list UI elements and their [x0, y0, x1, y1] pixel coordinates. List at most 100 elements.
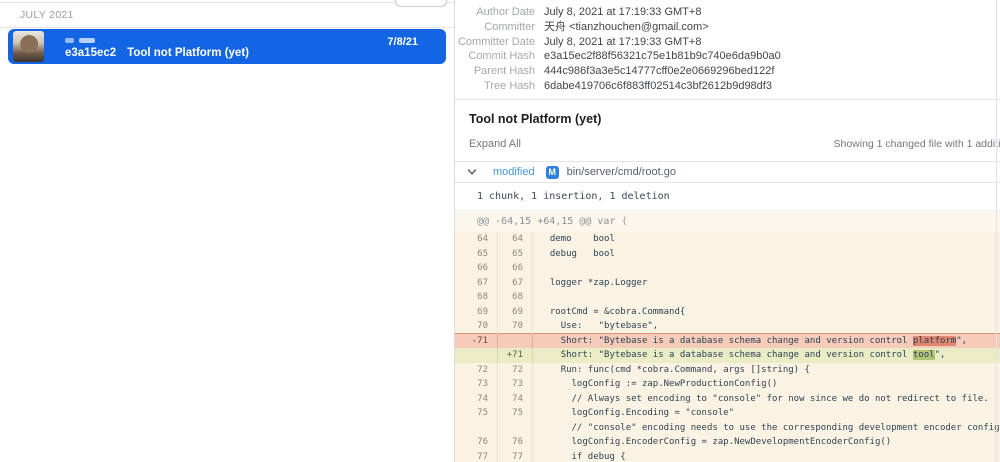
old-line-number: 77 [455, 450, 498, 462]
diff-line: 7474 // Always set encoding to "console"… [455, 392, 1000, 407]
metadata-label: Commit Hash [455, 49, 535, 64]
hunk-header: @@ -64,15 +64,15 @@ var ( [455, 211, 1000, 232]
metadata-label: Committer [455, 20, 535, 35]
metadata-row: Author Date July 8, 2021 at 17:19:33 GMT+… [455, 5, 1000, 20]
old-line-number: 73 [455, 377, 498, 392]
commit-metadata: Author Date July 8, 2021 at 17:19:33 GMT+… [455, 0, 1000, 100]
metadata-label: Author Date [455, 5, 535, 20]
commit-group-header: JULY 2021 [0, 2, 454, 28]
diff-line: 6464 demo bool [455, 232, 1000, 247]
diff-code-text: // Always set encoding to "console" for … [533, 392, 989, 407]
new-line-number: 64 [498, 232, 533, 247]
metadata-row: Tree Hash6dabe419706c6f883ff02514c3bf261… [455, 79, 1000, 94]
commit-group-label: JULY 2021 [20, 9, 74, 21]
new-line-number [498, 334, 533, 349]
chevron-down-icon[interactable] [467, 167, 477, 177]
commit-title-block: Tool not Platform (yet) Expand All Showi… [455, 100, 1000, 153]
metadata-value: July 8, 2021 at 17:19:33 GMT+8 [544, 35, 701, 50]
old-line-number: 66 [455, 261, 498, 276]
metadata-row: Committer 天舟 <tianzhouchen@gmail.com> [455, 20, 1000, 35]
diff-line: 7777 if debug { [455, 450, 1000, 462]
old-line-number: 76 [455, 435, 498, 450]
old-line-number [455, 348, 498, 363]
commit-date: 7/8/21 [387, 36, 418, 48]
diff-code-text: debug bool [533, 247, 615, 262]
diff-line: 6868 [455, 290, 1000, 305]
diff-code-text: rootCmd = &cobra.Command{ [533, 305, 685, 320]
commit-message: Tool not Platform (yet) [127, 47, 249, 59]
diff-line: 6666 [455, 261, 1000, 276]
metadata-row: Parent Hash 444c986f3a3e5c14777cff0e2e066… [455, 64, 1000, 79]
scrollbar-track[interactable] [996, 0, 997, 462]
word-diff-highlight: tool [913, 350, 935, 360]
commit-list-item-selected[interactable]: e3a15ec2 Tool not Platform (yet) 7/8/21 [8, 29, 446, 64]
diff-line: +71 Short: "Bytebase is a database schem… [455, 348, 1000, 363]
old-line-number: 74 [455, 392, 498, 407]
new-line-number: 66 [498, 261, 533, 276]
redacted-text-blob [65, 38, 74, 43]
new-line-number: 76 [498, 435, 533, 450]
changes-summary: Showing 1 changed file with 1 addition a… [833, 138, 1000, 150]
search-field-partial[interactable] [395, 0, 447, 7]
old-line-number: 65 [455, 247, 498, 262]
diff-code-text: logger *zap.Logger [533, 276, 647, 291]
old-line-number: 68 [455, 290, 498, 305]
diff-line: -71 Short: "Bytebase is a database schem… [455, 334, 1000, 349]
diff-code-text: Short: "Bytebase is a database schema ch… [533, 334, 967, 349]
file-change-stats: 1 chunk, 1 insertion, 1 deletion [455, 183, 1000, 211]
old-line-number: 72 [455, 363, 498, 378]
metadata-value: 444c986f3a3e5c14777cff0e2e0669296bed122f [544, 64, 774, 79]
metadata-row: Commit Hash e3a15ec2f88f56321c75e1b81b9c7… [455, 49, 1000, 64]
git-client-window: JULY 2021 e3a15ec2 Tool not Platform (yet… [0, 0, 1000, 462]
diff-line: 6565 debug bool [455, 247, 1000, 262]
diff-code-text: logConfig.Encoding = "console" [533, 406, 734, 421]
diff-line: // "console" encoding needs to use the c… [455, 421, 1000, 436]
new-line-number: 67 [498, 276, 533, 291]
metadata-label: Tree Hash [455, 79, 535, 94]
diff-table: 6464 demo bool6565 debug bool66666767 lo… [455, 232, 1000, 462]
metadata-label: Parent Hash [455, 64, 535, 79]
old-line-number: -71 [455, 334, 498, 349]
diff-line: 6969 rootCmd = &cobra.Command{ [455, 305, 1000, 320]
new-line-number: +71 [498, 348, 533, 363]
new-line-number: 68 [498, 290, 533, 305]
modified-badge: M [546, 166, 559, 179]
commit-list-pane: JULY 2021 e3a15ec2 Tool not Platform (yet… [0, 0, 455, 462]
old-line-number: 64 [455, 232, 498, 247]
old-line-number: 67 [455, 276, 498, 291]
new-line-number: 73 [498, 377, 533, 392]
new-line-number: 69 [498, 305, 533, 320]
new-line-number: 65 [498, 247, 533, 262]
file-diff-block: modified M bin/server/cmd/root.go 1 chun… [455, 161, 1000, 462]
file-header-row[interactable]: modified M bin/server/cmd/root.go [455, 161, 1000, 183]
diff-code-text: logConfig := zap.NewProductionConfig() [533, 377, 777, 392]
new-line-number: 72 [498, 363, 533, 378]
old-line-number [455, 421, 498, 436]
commit-author-name-redacted [65, 38, 95, 43]
diff-code-text: demo bool [533, 232, 615, 247]
commit-short-hash: e3a15ec2 [65, 47, 116, 59]
file-status-label: modified [493, 166, 535, 178]
diff-line: 6767 logger *zap.Logger [455, 276, 1000, 291]
metadata-value: July 8, 2021 at 17:19:33 GMT+8 [544, 5, 701, 20]
diff-code-text [533, 261, 539, 276]
new-line-number: 70 [498, 319, 533, 334]
commit-message-title: Tool not Platform (yet) [469, 112, 986, 126]
diff-summary-row: Expand All Showing 1 changed file with 1… [469, 138, 986, 153]
diff-code-text: logConfig.EncoderConfig = zap.NewDevelop… [533, 435, 891, 450]
metadata-value: e3a15ec2f88f56321c75e1b81b9c740e6da9b0a0 [544, 49, 781, 64]
diff-code-text: Run: func(cmd *cobra.Command, args []str… [533, 363, 810, 378]
old-line-number: 70 [455, 319, 498, 334]
commit-summary-line: e3a15ec2 Tool not Platform (yet) [65, 47, 249, 59]
word-diff-highlight: platform [913, 336, 956, 346]
diff-line: 7575 logConfig.Encoding = "console" [455, 406, 1000, 421]
file-path: bin/server/cmd/root.go [567, 166, 676, 178]
commit-detail-pane: Author Date July 8, 2021 at 17:19:33 GMT+… [455, 0, 1000, 462]
diff-code-text: if debug { [533, 450, 626, 462]
metadata-value: 天舟 <tianzhouchen@gmail.com> [544, 20, 709, 35]
diff-line: 7373 logConfig := zap.NewProductionConfi… [455, 377, 1000, 392]
expand-all-link[interactable]: Expand All [469, 138, 521, 150]
metadata-label: Committer Date [455, 35, 535, 50]
old-line-number: 69 [455, 305, 498, 320]
diff-line: 7676 logConfig.EncoderConfig = zap.NewDe… [455, 435, 1000, 450]
